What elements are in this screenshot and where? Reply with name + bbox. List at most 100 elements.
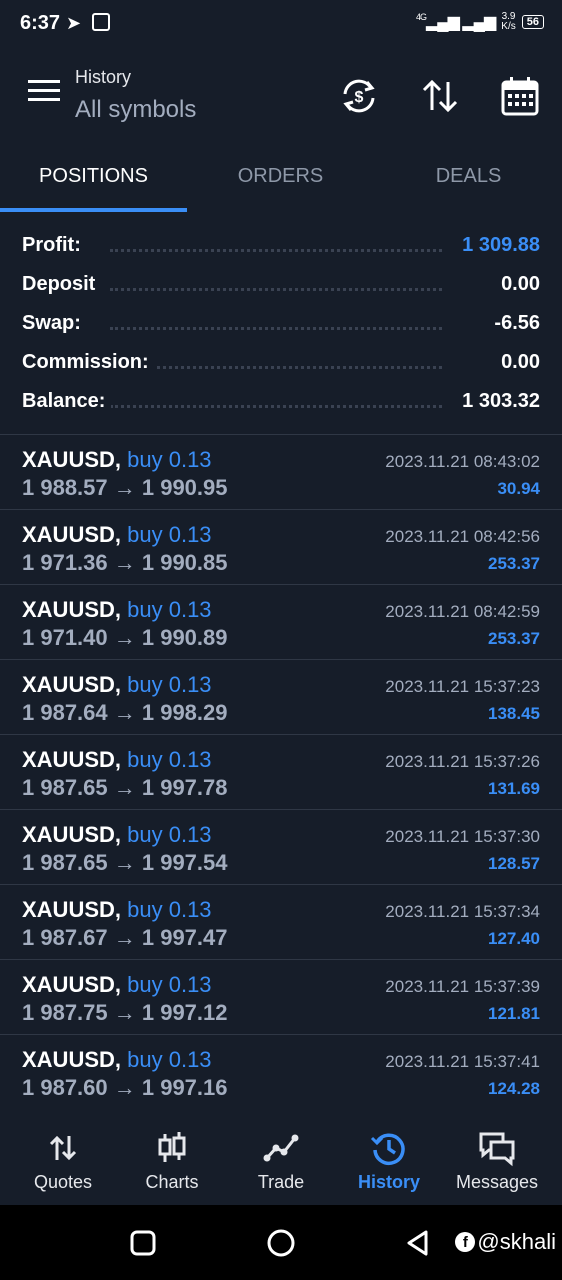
tab-deals[interactable]: DEALS (375, 152, 562, 210)
position-symbol-line: XAUUSD, buy 0.13 (22, 822, 212, 848)
position-side: buy 0.13 (127, 822, 212, 847)
recent-apps-icon[interactable] (127, 1227, 159, 1259)
summary-profit-row: Profit: 1 309.88 (0, 222, 562, 261)
position-time: 2023.11.21 08:42:56 (385, 527, 540, 546)
position-time: 2023.11.21 15:37:39 (385, 977, 540, 996)
status-notification-icons: ➤ (66, 13, 111, 34)
quotes-arrows-icon (49, 1135, 77, 1161)
position-profit: 253.37 (488, 629, 540, 648)
position-prices: 1 987.75 → 1 997.12 (22, 1000, 228, 1025)
candlestick-chart-icon (158, 1132, 186, 1162)
position-time: 2023.11.21 15:37:34 (385, 902, 540, 921)
back-icon[interactable] (402, 1227, 434, 1259)
position-symbol-line: XAUUSD, buy 0.13 (22, 1047, 212, 1073)
position-time: 2023.11.21 15:37:30 (385, 827, 540, 846)
position-prices: 1 987.60 → 1 997.16 (22, 1075, 228, 1100)
position-prices: 1 987.65 → 1 997.54 (22, 850, 228, 875)
swap-label: Swap: (22, 312, 87, 335)
position-prices: 1 988.57 → 1 990.95 (22, 475, 228, 500)
summary-panel: Profit: 1 309.88 Deposit 0.00 Swap: -6.5… (0, 222, 562, 417)
position-time: 2023.11.21 15:37:41 (385, 1052, 540, 1071)
position-profit: 127.40 (488, 929, 540, 948)
position-profit: 30.94 (497, 479, 540, 498)
position-time: 2023.11.21 15:37:23 (385, 677, 540, 696)
commission-value: 0.00 (495, 351, 540, 374)
dotted-leader (110, 288, 442, 291)
dotted-leader (110, 327, 442, 330)
symbol-filter[interactable]: All symbols (75, 96, 196, 124)
balance-value: 1 303.32 (456, 390, 540, 413)
sort-icon[interactable] (418, 74, 462, 118)
nav-history-label: History (357, 1172, 420, 1192)
position-symbol-line: XAUUSD, buy 0.13 (22, 597, 212, 623)
position-symbol-line: XAUUSD, buy 0.13 (22, 972, 212, 998)
position-symbol-line: XAUUSD, buy 0.13 (22, 522, 212, 548)
nav-quotes-label: Quotes (33, 1172, 93, 1192)
nav-charts[interactable]: Charts (118, 1112, 226, 1205)
dotted-leader (110, 249, 442, 252)
position-time: 2023.11.21 08:43:02 (385, 452, 540, 471)
position-profit: 138.45 (488, 704, 540, 723)
summary-commission-row: Commission: 0.00 (0, 339, 562, 378)
network-type: 4G (415, 12, 427, 22)
position-symbol: XAUUSD, (22, 747, 122, 772)
position-side: buy 0.13 (127, 447, 212, 472)
commission-label: Commission: (22, 351, 155, 374)
position-prices: 1 987.67 → 1 997.47 (22, 925, 228, 950)
position-row[interactable]: XAUUSD, buy 0.13 1 987.67 → 1 997.47 202… (0, 885, 562, 960)
watermark-handle: @skhali (477, 1229, 556, 1254)
hamburger-menu-icon[interactable] (28, 80, 60, 104)
tab-positions[interactable]: POSITIONS (0, 152, 187, 210)
system-navigation-bar: f @skhali (0, 1205, 562, 1280)
position-time: 2023.11.21 08:42:59 (385, 602, 540, 621)
position-side: buy 0.13 (127, 1047, 212, 1072)
summary-swap-row: Swap: -6.56 (0, 300, 562, 339)
position-profit: 121.81 (488, 1004, 540, 1023)
position-prices: 1 971.36 → 1 990.85 (22, 550, 228, 575)
speed-unit: K/s (501, 21, 516, 32)
position-profit: 124.28 (488, 1079, 540, 1098)
status-right: 4G▂▄▆ ▂▄▆ 3.9 K/s 56 (416, 12, 544, 32)
position-prices: 1 971.40 → 1 990.89 (22, 625, 228, 650)
position-row[interactable]: XAUUSD, buy 0.13 1 971.36 → 1 990.85 202… (0, 510, 562, 585)
position-symbol: XAUUSD, (22, 822, 122, 847)
status-bar: 6:37 ➤ 4G▂▄▆ ▂▄▆ 3.9 K/s 56 (0, 0, 562, 50)
position-row[interactable]: XAUUSD, buy 0.13 1 971.40 → 1 990.89 202… (0, 585, 562, 660)
tab-orders[interactable]: ORDERS (187, 152, 374, 210)
nav-trade[interactable]: Trade (227, 1112, 335, 1205)
position-profit: 128.57 (488, 854, 540, 873)
position-row[interactable]: XAUUSD, buy 0.13 1 987.75 → 1 997.12 202… (0, 960, 562, 1035)
summary-balance-row: Balance: 1 303.32 (0, 378, 562, 417)
position-side: buy 0.13 (127, 522, 212, 547)
currency-exchange-icon[interactable]: $ (337, 74, 381, 118)
nav-quotes[interactable]: Quotes (9, 1112, 117, 1205)
position-row[interactable]: XAUUSD, buy 0.13 1 987.64 → 1 998.29 202… (0, 660, 562, 735)
nav-history[interactable]: History (335, 1112, 443, 1205)
home-icon[interactable] (265, 1227, 297, 1259)
profit-value: 1 309.88 (456, 234, 540, 257)
position-symbol: XAUUSD, (22, 897, 122, 922)
battery-level: 56 (526, 16, 539, 28)
position-symbol-line: XAUUSD, buy 0.13 (22, 897, 212, 923)
calendar-icon[interactable] (498, 74, 542, 118)
app-notification-icon (92, 13, 111, 31)
position-side: buy 0.13 (127, 672, 212, 697)
nav-messages[interactable]: Messages (443, 1112, 551, 1205)
watermark: f @skhali (455, 1229, 556, 1255)
swap-value: -6.56 (488, 312, 540, 335)
telegram-icon: ➤ (66, 13, 82, 33)
nav-messages-label: Messages (455, 1172, 539, 1192)
battery-icon: 56 (521, 15, 544, 29)
position-row[interactable]: XAUUSD, buy 0.13 1 987.60 → 1 997.16 202… (0, 1035, 562, 1109)
position-row[interactable]: XAUUSD, buy 0.13 1 987.65 → 1 997.78 202… (0, 735, 562, 810)
facebook-icon: f (455, 1232, 476, 1252)
active-tab-indicator (0, 208, 187, 212)
position-symbol: XAUUSD, (22, 972, 122, 997)
messages-chat-icon (479, 1132, 515, 1167)
position-row[interactable]: XAUUSD, buy 0.13 1 987.65 → 1 997.54 202… (0, 810, 562, 885)
position-symbol-line: XAUUSD, buy 0.13 (22, 672, 212, 698)
position-row[interactable]: XAUUSD, buy 0.13 1 988.57 → 1 990.95 202… (0, 435, 562, 510)
bottom-navigation: Quotes Charts Trade History Messages (0, 1112, 562, 1205)
signal-icon: 4G▂▄▆ ▂▄▆ (415, 12, 496, 31)
position-prices: 1 987.64 → 1 998.29 (22, 700, 228, 725)
